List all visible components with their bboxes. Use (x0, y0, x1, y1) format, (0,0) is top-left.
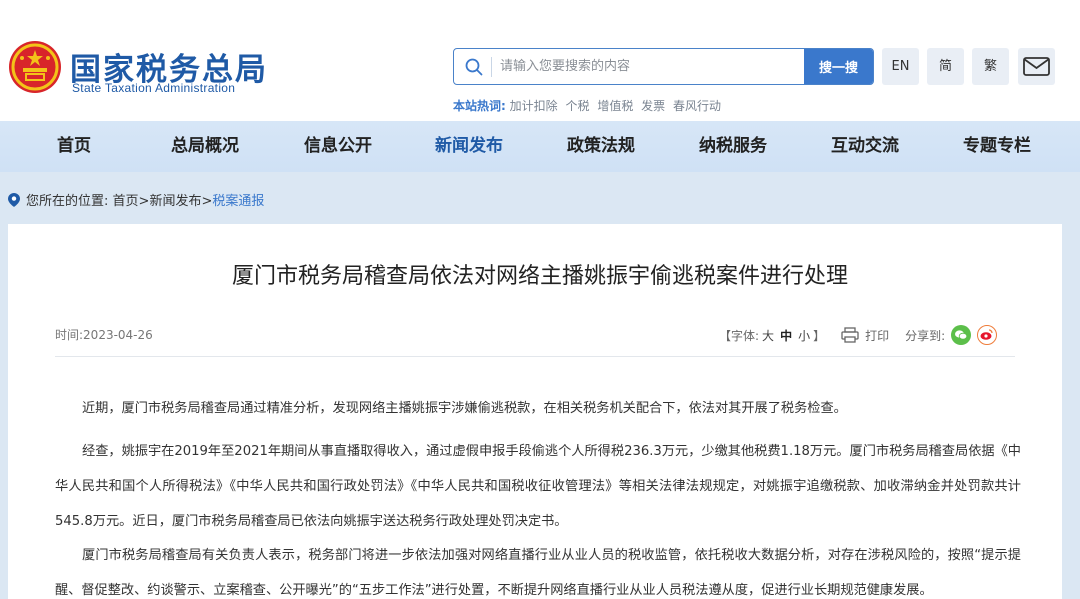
hot-word-link[interactable]: 个税 (565, 99, 589, 113)
breadcrumb-separator: > (138, 194, 150, 209)
language-simplified-button[interactable]: 简 (927, 48, 964, 85)
breadcrumb-current[interactable]: 税案通报 (212, 194, 264, 209)
breadcrumb-separator: > (201, 194, 213, 209)
site-logo-subtitle: State Taxation Administration (72, 81, 236, 95)
wechat-icon (955, 330, 968, 340)
breadcrumb-section[interactable]: 新闻发布 (149, 194, 201, 209)
hot-word-link[interactable]: 加计扣除 (510, 99, 558, 113)
font-size-large-button[interactable]: 大 (762, 327, 774, 344)
article-paragraph: 经查，姚振宇在2019年至2021年期间从事直播取得收入，通过虚假申报手段偷逃个… (55, 444, 1021, 529)
search-bar: 搜一搜 (453, 48, 874, 85)
mail-button[interactable] (1018, 48, 1055, 85)
breadcrumb: 您所在的位置: 首页>新闻发布>税案通报 (8, 190, 264, 209)
article-date: 时间:2023-04-26 (55, 328, 153, 342)
search-separator (491, 57, 492, 77)
nav-item-special-topics[interactable]: 专题专栏 (952, 121, 1042, 172)
weibo-share-icon[interactable] (977, 325, 998, 345)
breadcrumb-home[interactable]: 首页 (113, 194, 139, 209)
search-button[interactable]: 搜一搜 (804, 49, 873, 84)
hot-word-link[interactable]: 发票 (641, 99, 665, 113)
print-button[interactable]: 打印 (865, 327, 889, 344)
main-nav: 首页 总局概况 信息公开 新闻发布 政策法规 纳税服务 互动交流 专题专栏 (0, 121, 1080, 172)
font-size-medium-button[interactable]: 中 (780, 327, 792, 344)
nav-item-news-release[interactable]: 新闻发布 (424, 121, 514, 172)
article-title: 厦门市税务局稽查局依法对网络主播姚振宇偷逃税案件进行处理 (231, 264, 848, 289)
search-icon (465, 58, 483, 76)
breadcrumb-prefix: 您所在的位置: (26, 194, 109, 209)
site-header: 国家税务总局 State Taxation Administration 搜一搜… (0, 0, 1080, 121)
hot-words: 本站热词: 加计扣除 个税 增值税 发票 春风行动 (453, 97, 725, 114)
article-paragraph: 近期，厦门市税务局稽查局通过精准分析，发现网络主播姚振宇涉嫌偷逃税款，在相关税务… (82, 401, 847, 416)
printer-icon[interactable] (841, 327, 859, 343)
article-tools: 【字体: 大 中 小 】 打印 分享到: (719, 325, 998, 345)
national-emblem-logo[interactable] (8, 40, 62, 94)
language-traditional-button[interactable]: 繁 (972, 48, 1009, 85)
share-label: 分享到: (905, 328, 946, 343)
nav-item-tax-services[interactable]: 纳税服务 (688, 121, 778, 172)
language-english-button[interactable]: EN (882, 48, 919, 85)
nav-item-policies[interactable]: 政策法规 (556, 121, 646, 172)
nav-item-interaction[interactable]: 互动交流 (820, 121, 910, 172)
location-pin-icon (8, 193, 20, 207)
font-size-small-button[interactable]: 小 (798, 327, 810, 344)
weibo-icon (980, 329, 993, 340)
article-divider (55, 356, 1015, 357)
hot-word-link[interactable]: 春风行动 (673, 99, 721, 113)
mail-icon (1023, 57, 1050, 76)
nav-item-overview[interactable]: 总局概况 (160, 121, 250, 172)
hot-word-link[interactable]: 增值税 (597, 99, 633, 113)
nav-item-home[interactable]: 首页 (34, 121, 114, 172)
hot-words-label: 本站热词: (453, 99, 506, 113)
font-size-label: 【字体: (719, 328, 760, 343)
search-input[interactable] (500, 49, 800, 84)
article-paragraph: 厦门市税务局稽查局有关负责人表示，税务部门将进一步依法加强对网络直播行业从业人员… (55, 548, 1021, 598)
wechat-share-icon[interactable] (951, 325, 972, 345)
font-size-bracket: 】 (813, 328, 826, 343)
nav-item-info-disclosure[interactable]: 信息公开 (293, 121, 383, 172)
